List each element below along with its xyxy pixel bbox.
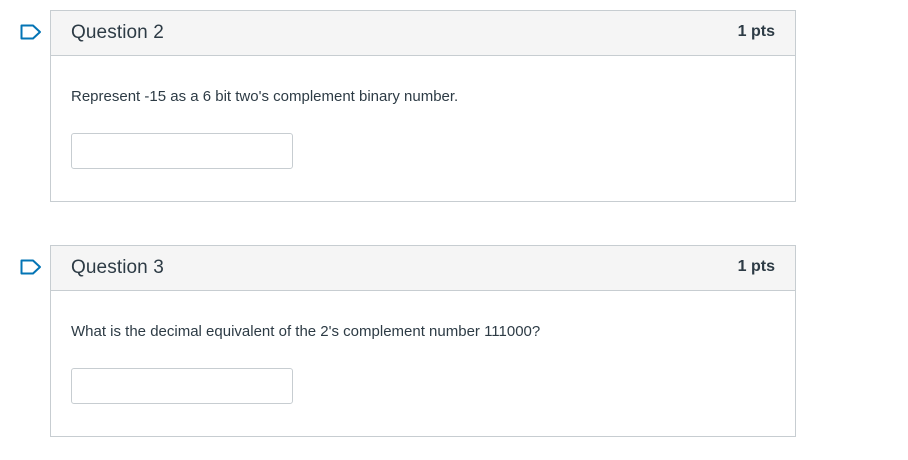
flag-question-icon[interactable] — [20, 24, 42, 40]
question-title: Question 3 — [71, 257, 164, 278]
question-header: Question 2 1 pts — [51, 11, 795, 56]
flag-question-icon[interactable] — [20, 259, 42, 275]
question-body: What is the decimal equivalent of the 2'… — [51, 291, 795, 436]
quiz-page: Question 2 1 pts Represent -15 as a 6 bi… — [0, 0, 908, 460]
question-points: 1 pts — [737, 23, 775, 40]
answer-input[interactable] — [71, 368, 293, 404]
question-header: Question 3 1 pts — [51, 246, 795, 291]
question-2: Question 2 1 pts Represent -15 as a 6 bi… — [50, 10, 796, 202]
question-body: Represent -15 as a 6 bit two's complemen… — [51, 56, 795, 201]
question-points: 1 pts — [737, 258, 775, 275]
question-text: Represent -15 as a 6 bit two's complemen… — [71, 88, 459, 105]
question-title: Question 2 — [71, 22, 164, 43]
answer-input[interactable] — [71, 133, 293, 169]
question-text: What is the decimal equivalent of the 2'… — [71, 323, 541, 340]
question-3: Question 3 1 pts What is the decimal equ… — [50, 245, 796, 437]
